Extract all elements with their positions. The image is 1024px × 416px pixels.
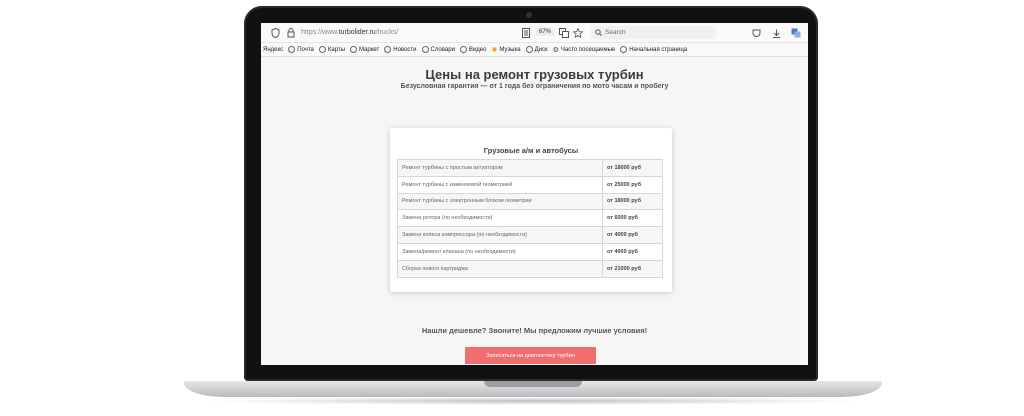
- search-icon: [595, 29, 602, 36]
- bookmark-label: Карты: [327, 46, 345, 53]
- table-row: Ремонт турбины с изменяемой геометрией от…: [397, 175, 663, 194]
- bookmark-video[interactable]: Видео: [459, 46, 487, 53]
- table-row: Замена ротора (по необходимости) от 6000 …: [397, 209, 663, 228]
- url-bar[interactable]: https://www.turbolider.ru/trucks/: [301, 29, 398, 36]
- bookmark-label: Маркет: [358, 46, 380, 53]
- table-row: Замена/ремонт клапана (по необходимости)…: [397, 242, 663, 261]
- table-row: Ремонт турбины с электронным блоком геом…: [397, 192, 663, 211]
- price-cell: от 18000 руб: [602, 192, 663, 211]
- page-content: Цены на ремонт грузовых турбин Безусловн…: [261, 58, 808, 365]
- translate-extension-icon[interactable]: [790, 27, 802, 39]
- service-cell: Сборка нового картриджа: [397, 259, 603, 278]
- price-cell: от 6000 руб: [602, 209, 663, 228]
- price-cell: от 21000 руб: [602, 259, 663, 278]
- bookmark-novosti[interactable]: Новости: [384, 46, 417, 53]
- reader-view-icon[interactable]: [520, 27, 532, 39]
- bookmark-muzyka[interactable]: ✺ Музыка: [491, 46, 520, 54]
- globe-icon: [349, 46, 357, 53]
- service-cell: Замена ротора (по необходимости): [397, 209, 603, 228]
- download-icon[interactable]: [770, 27, 782, 39]
- laptop-shadow: [200, 397, 866, 405]
- search-placeholder: Search: [605, 29, 626, 36]
- service-cell: Ремонт турбины с электронным блоком геом…: [397, 192, 603, 211]
- table-row: Ремонт турбины с простым актуатором от 18…: [397, 159, 663, 177]
- service-cell: Замена/ремонт клапана (по необходимости): [397, 242, 603, 261]
- bookmark-market[interactable]: Маркет: [349, 46, 380, 53]
- bookmark-slovari[interactable]: Словари: [421, 46, 455, 53]
- table-row: Замена колеса компрессора (по необходимо…: [397, 226, 663, 244]
- bookmark-label: Видео: [468, 46, 487, 53]
- zoom-level[interactable]: 67%: [536, 28, 555, 36]
- bookmark-pochta[interactable]: Почта: [288, 46, 314, 53]
- url-prefix: https://www.: [301, 29, 339, 36]
- bookmark-label: Часто посещаемые: [560, 46, 616, 53]
- bookmark-label: Словари: [430, 46, 455, 53]
- price-card: Грузовые а/м и автобусы Ремонт турбины с…: [390, 128, 672, 292]
- music-icon: ✺: [491, 46, 498, 54]
- bookmark-disk[interactable]: Диск: [525, 46, 548, 53]
- card-title: Грузовые а/м и автобусы: [483, 146, 579, 155]
- pocket-icon[interactable]: [750, 27, 762, 39]
- globe-icon: [459, 46, 467, 53]
- globe-icon: [288, 46, 296, 53]
- translate-icon[interactable]: [558, 27, 570, 39]
- price-cell: от 4000 руб: [602, 226, 663, 244]
- bookmark-yandex[interactable]: Яндекс: [263, 47, 283, 53]
- cta-text: Нашли дешевле? Звоните! Мы предложим луч…: [421, 326, 648, 335]
- price-cell: от 18000 руб: [602, 159, 663, 177]
- globe-icon: [620, 46, 628, 53]
- browser-toolbar: https://www.turbolider.ru/trucks/ 67% Se…: [261, 23, 808, 43]
- price-table: Ремонт турбины с простым актуатором от 18…: [397, 159, 663, 278]
- star-bookmark-icon[interactable]: [572, 27, 584, 39]
- url-domain: turbolider.ru: [338, 29, 376, 36]
- globe-icon: [384, 46, 392, 53]
- shield-icon[interactable]: [269, 27, 281, 39]
- globe-icon: [525, 46, 533, 53]
- bookmark-label: Диск: [534, 46, 548, 53]
- search-input[interactable]: Search: [591, 26, 716, 39]
- service-cell: Ремонт турбины с изменяемой геометрией: [397, 175, 603, 194]
- lock-icon[interactable]: [285, 27, 297, 39]
- bookmark-label: Яндекс: [263, 46, 284, 53]
- service-cell: Замена колеса компрессора (по необходимо…: [397, 226, 603, 244]
- gear-icon: ⚙: [552, 46, 559, 54]
- bookmark-karty[interactable]: Карты: [318, 46, 345, 53]
- page-subtitle: Безусловная гарантия — от 1 года без огр…: [400, 83, 669, 90]
- page-title: Цены на ремонт грузовых турбин: [425, 67, 644, 82]
- camera-dot: [526, 12, 532, 18]
- price-cell: от 4000 руб: [602, 242, 663, 261]
- table-row: Сборка нового картриджа от 21000 руб: [397, 259, 663, 278]
- globe-icon: [318, 46, 326, 53]
- bookmark-label: Новости: [393, 46, 417, 53]
- laptop-base: [184, 381, 882, 397]
- browser-window: https://www.turbolider.ru/trucks/ 67% Se…: [261, 23, 808, 365]
- bookmark-label: Почта: [297, 46, 314, 53]
- service-cell: Ремонт турбины с простым актуатором: [397, 159, 603, 177]
- bookmark-chasto[interactable]: ⚙ Часто посещаемые: [553, 46, 616, 54]
- bookmark-start[interactable]: Начальная страница: [620, 46, 687, 53]
- bookmarks-bar: Яндекс Почта Карты Маркет Новости Словар…: [261, 43, 808, 57]
- base-notch: [484, 381, 582, 387]
- bookmark-label: Начальная страница: [629, 46, 688, 53]
- url-path: /trucks/: [375, 29, 399, 36]
- bookmark-label: Музыка: [499, 46, 521, 53]
- price-cell: от 25000 руб: [602, 175, 663, 194]
- diagnostics-signup-button[interactable]: Записаться на диагностику турбин: [465, 347, 596, 364]
- globe-icon: [421, 46, 429, 53]
